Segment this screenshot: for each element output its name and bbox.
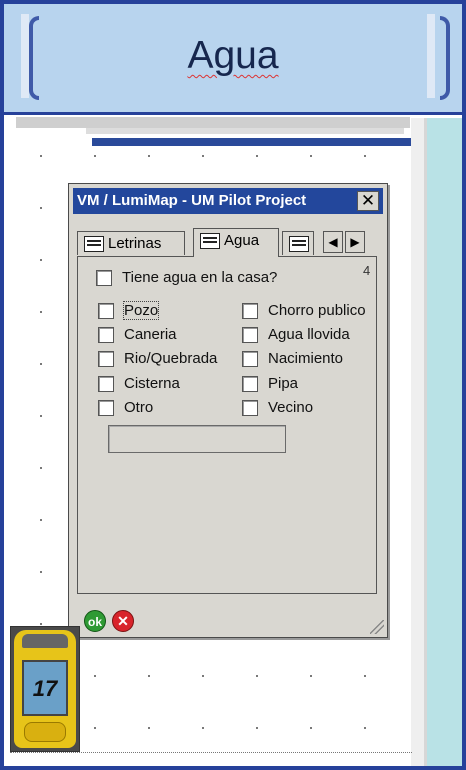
right-side-strip xyxy=(424,118,462,766)
cancel-button[interactable]: ✕ xyxy=(112,610,134,632)
tab-letrinas[interactable]: Letrinas xyxy=(77,231,185,255)
rio-quebrada-label: Rio/Quebrada xyxy=(124,350,218,367)
divider-gray xyxy=(16,117,410,128)
resize-grip-icon[interactable] xyxy=(370,620,384,634)
vecino-checkbox[interactable] xyxy=(242,400,258,416)
tab-label: Letrinas xyxy=(108,235,162,252)
pozo-label: Pozo xyxy=(122,301,160,320)
right-margin-strip xyxy=(411,118,424,766)
chorro-publico-checkbox[interactable] xyxy=(242,303,258,319)
agua-llovida-label: Agua llovida xyxy=(268,326,350,343)
tab-panel-agua: 4 Tiene agua en la casa? Pozo Caneria Ri… xyxy=(77,256,377,594)
device-antenna xyxy=(22,634,68,648)
caneria-label: Caneria xyxy=(124,326,177,343)
pozo-checkbox[interactable] xyxy=(98,303,114,319)
cisterna-label: Cisterna xyxy=(124,375,180,392)
nacimiento-label: Nacimiento xyxy=(268,350,344,367)
otro-label: Otro xyxy=(124,399,154,416)
device-screen: 17 xyxy=(22,660,68,716)
tiene-agua-label: Tiene agua en la casa? xyxy=(122,269,278,286)
otro-checkbox[interactable] xyxy=(98,400,114,416)
ok-button[interactable]: ok xyxy=(84,610,106,632)
divider-gray-2 xyxy=(86,128,404,134)
gps-device-image: 17 xyxy=(10,626,80,752)
header-banner: Agua xyxy=(4,4,462,115)
chorro-publico-label: Chorro publico xyxy=(268,302,366,319)
dialog-title: VM / LumiMap - UM Pilot Project xyxy=(77,192,307,209)
pipa-label: Pipa xyxy=(268,375,299,392)
form-icon xyxy=(289,236,309,252)
tiene-agua-checkbox[interactable] xyxy=(96,270,112,286)
rio-quebrada-checkbox[interactable] xyxy=(98,351,114,367)
tab-prev-button[interactable]: ◀ xyxy=(323,231,343,253)
device-number: 17 xyxy=(32,676,58,701)
device-body: 17 xyxy=(14,630,76,748)
divider-blue xyxy=(92,138,413,146)
bottom-dotted-line xyxy=(10,752,412,754)
caneria-checkbox[interactable] xyxy=(98,327,114,343)
tab-agua[interactable]: Agua xyxy=(193,228,279,257)
close-button[interactable]: ✕ xyxy=(357,191,379,211)
nacimiento-checkbox[interactable] xyxy=(242,351,258,367)
tab-label: Agua xyxy=(224,232,260,249)
cisterna-checkbox[interactable] xyxy=(98,376,114,392)
page-title: Agua xyxy=(187,34,279,77)
tab-next-button[interactable]: ▶ xyxy=(345,231,365,253)
tab-next-form[interactable] xyxy=(282,231,314,255)
otro-text-field[interactable] xyxy=(108,425,286,453)
form-icon xyxy=(84,236,104,252)
page-number: 4 xyxy=(363,263,371,278)
form-dialog: VM / LumiMap - UM Pilot Project ✕ Letrin… xyxy=(68,183,388,638)
agua-llovida-checkbox[interactable] xyxy=(242,327,258,343)
pipa-checkbox[interactable] xyxy=(242,376,258,392)
vecino-label: Vecino xyxy=(268,399,314,416)
tab-strip: Letrinas Agua ◀ ▶ xyxy=(77,228,379,257)
dialog-titlebar[interactable]: VM / LumiMap - UM Pilot Project ✕ xyxy=(73,188,383,214)
device-keypad xyxy=(24,722,66,742)
form-icon xyxy=(200,233,220,249)
